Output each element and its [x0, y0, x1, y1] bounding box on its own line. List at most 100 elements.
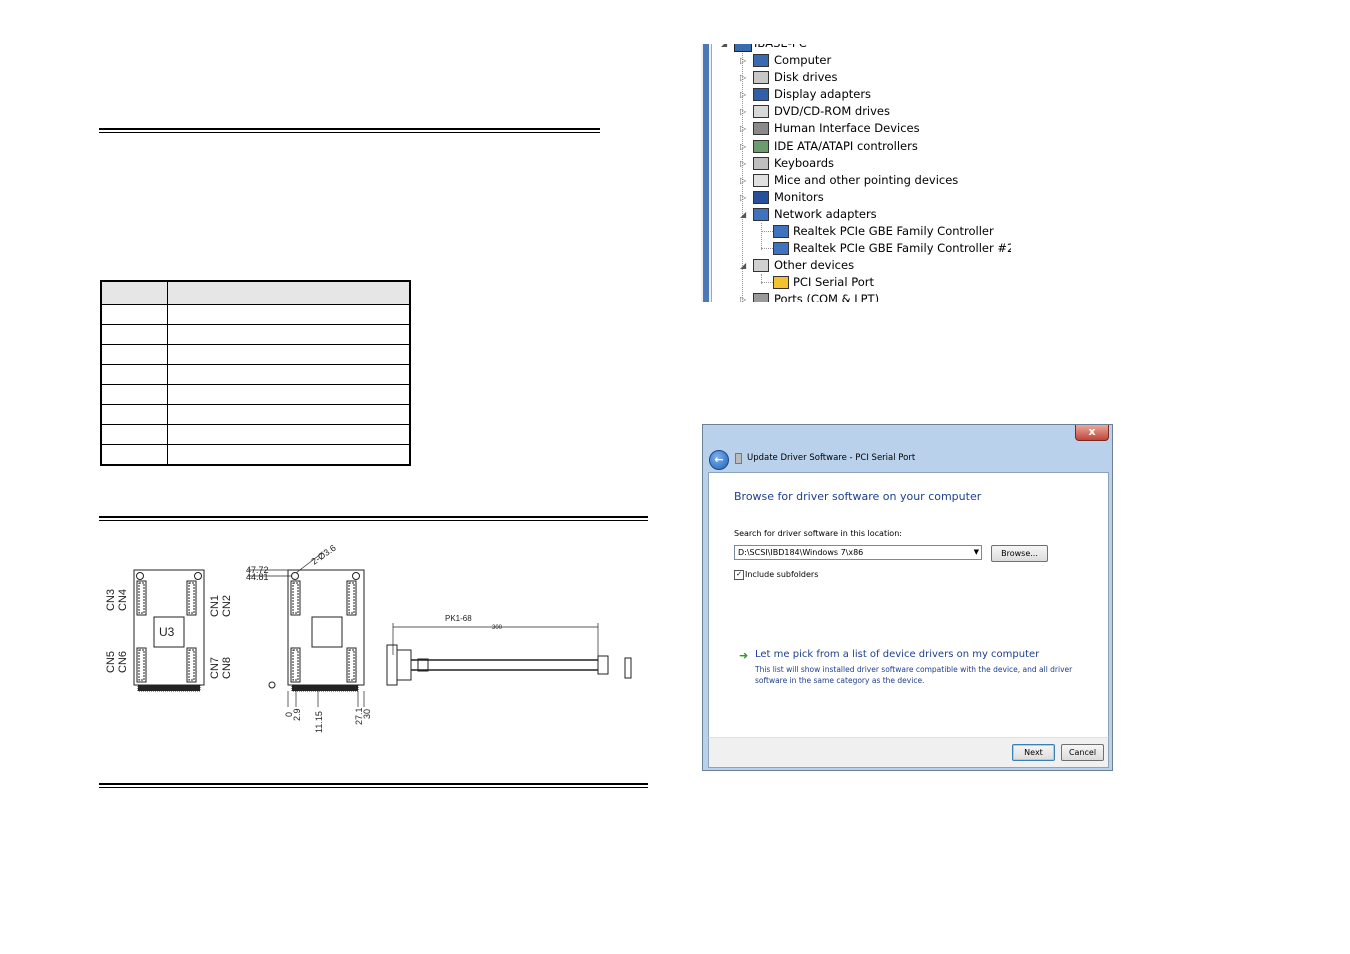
- section-rule-top: [99, 128, 600, 133]
- expand-arrow-icon[interactable]: ▷: [740, 103, 750, 120]
- dialog-title: Update Driver Software - PCI Serial Port: [747, 453, 916, 463]
- include-subfolders-label: Include subfolders: [745, 570, 819, 579]
- table-row: [100, 424, 411, 445]
- tree-item-label: Realtek PCIe GBE Family Controller #2: [793, 241, 1011, 256]
- expand-arrow-icon[interactable]: ▷: [740, 120, 750, 137]
- path-combobox[interactable]: D:\SCSI\IBD184\Windows 7\x86 ▼: [734, 545, 982, 560]
- expand-arrow-icon[interactable]: ▷: [740, 86, 750, 103]
- tree-item-label: IDE ATA/ATAPI controllers: [774, 138, 918, 153]
- label-cn1: CN1: [209, 595, 221, 617]
- expand-arrow-icon[interactable]: ▷: [740, 69, 750, 86]
- dim-hole: 2-Ø3.6: [309, 543, 337, 567]
- expand-arrow-icon[interactable]: ▷: [740, 189, 750, 206]
- dim-11-15: 11.15: [314, 711, 324, 733]
- back-arrow-icon[interactable]: ←: [709, 450, 729, 470]
- cable-drawing: [386, 623, 632, 686]
- expand-arrow-icon[interactable]: ▷: [740, 155, 750, 172]
- table-row: [100, 384, 411, 405]
- network-adapter-icon: [753, 207, 769, 221]
- collapse-arrow-icon[interactable]: ◢: [721, 44, 731, 52]
- tree-guide-line: [761, 223, 762, 250]
- close-button[interactable]: x: [1075, 425, 1109, 441]
- tree-guide-line: [761, 248, 773, 250]
- dim-2-9: 2.9: [292, 708, 302, 721]
- cable-part-label: PK1-68: [445, 614, 472, 623]
- dialog-titlebar: ← Update Driver Software - PCI Serial Po…: [707, 449, 1107, 471]
- section-rule-middle: [99, 516, 648, 521]
- hid-icon: [753, 122, 769, 136]
- expand-arrow-icon[interactable]: ▷: [740, 291, 750, 302]
- port-icon: [753, 293, 769, 302]
- label-cn8: CN8: [221, 657, 233, 679]
- mouse-icon: [753, 173, 769, 187]
- collapse-arrow-icon[interactable]: ◢: [740, 257, 750, 274]
- include-subfolders-checkbox[interactable]: ✓: [734, 570, 744, 580]
- tree-item-label: Disk drives: [774, 70, 838, 85]
- tree-item-label: Network adapters: [774, 206, 877, 221]
- device-icon: [735, 453, 742, 464]
- path-value: D:\SCSI\IBD184\Windows 7\x86: [738, 548, 864, 557]
- label-cn5: CN5: [105, 651, 117, 673]
- tree-item-label: IBASE-PC: [754, 44, 807, 52]
- tree-guide-line: [761, 231, 773, 232]
- table-row: [100, 444, 411, 466]
- expand-arrow-icon[interactable]: ▷: [740, 172, 750, 189]
- table-row: [100, 304, 411, 325]
- label-cn3: CN3: [105, 589, 117, 611]
- keyboard-icon: [753, 156, 769, 170]
- table-row: [100, 364, 411, 385]
- tree-item-label: Keyboards: [774, 155, 835, 170]
- green-arrow-icon: ➜: [739, 649, 749, 662]
- label-u3: U3: [159, 625, 175, 639]
- unknown-device-icon: [753, 259, 769, 273]
- table-row: [100, 324, 411, 345]
- browse-button[interactable]: Browse...: [991, 545, 1048, 562]
- tree-scrollbar[interactable]: [701, 44, 712, 302]
- dialog-content: Browse for driver software on your compu…: [708, 472, 1109, 742]
- display-adapter-icon: [753, 88, 769, 102]
- tree-item-label: Display adapters: [774, 87, 872, 102]
- dim-44-81: 44.81: [246, 572, 269, 582]
- next-button[interactable]: Next: [1012, 744, 1055, 761]
- tree-item-label: Mice and other pointing devices: [774, 172, 959, 187]
- section-rule-bottom: [99, 783, 648, 788]
- computer-icon: [734, 44, 752, 52]
- search-location-label: Search for driver software in this locat…: [734, 529, 902, 538]
- dim-30: 30: [362, 709, 372, 719]
- collapse-arrow-icon[interactable]: ◢: [740, 206, 750, 223]
- network-adapter-icon: [773, 242, 789, 256]
- computer-icon: [753, 54, 769, 67]
- monitor-icon: [753, 190, 769, 204]
- expand-arrow-icon[interactable]: ▷: [740, 138, 750, 155]
- mechanical-drawing: CN3 CN4 CN1 CN2 CN5 CN6 CN7 CN8 U3 47.72…: [105, 543, 632, 733]
- table-row: [100, 404, 411, 425]
- scrollbar-thumb[interactable]: [703, 44, 709, 302]
- tree-item-label: DVD/CD-ROM drives: [774, 104, 890, 119]
- device-manager-tree: ◢ IBASE-PC ▷ Computer ▷ Disk drives ▷ Display…: [701, 44, 1011, 302]
- tree-guide-line: [761, 282, 773, 284]
- cancel-button[interactable]: Cancel: [1061, 744, 1104, 761]
- dialog-footer: Next Cancel: [708, 737, 1109, 768]
- tree-item-label: Computer: [774, 53, 832, 67]
- pick-from-list-description: This list will show installed driver sof…: [755, 665, 1073, 685]
- tree-item-label: Monitors: [774, 189, 824, 204]
- label-cn4: CN4: [117, 589, 129, 611]
- pick-from-list-link[interactable]: Let me pick from a list of device driver…: [755, 649, 1039, 660]
- network-adapter-icon: [773, 225, 789, 238]
- disk-drive-icon: [753, 71, 769, 85]
- table-header-row: [100, 280, 411, 305]
- tree-item-label: Human Interface Devices: [774, 121, 920, 136]
- ide-controller-icon: [753, 139, 769, 153]
- tree-item-label: Realtek PCIe GBE Family Controller: [793, 224, 994, 238]
- update-driver-dialog: x ← Update Driver Software - PCI Serial …: [702, 424, 1113, 771]
- cable-length-label: 300: [492, 625, 503, 631]
- chevron-down-icon[interactable]: ▼: [974, 546, 979, 559]
- tree-item-label: Ports (COM & LPT): [774, 292, 880, 302]
- dialog-heading: Browse for driver software on your compu…: [734, 490, 982, 503]
- expand-arrow-icon[interactable]: ▷: [740, 52, 750, 69]
- warning-device-icon: [773, 276, 789, 290]
- dvd-drive-icon: [753, 105, 769, 119]
- label-cn6: CN6: [117, 651, 129, 673]
- tree-item-label: Other devices: [774, 258, 855, 273]
- tree-item-label: PCI Serial Port: [793, 275, 875, 290]
